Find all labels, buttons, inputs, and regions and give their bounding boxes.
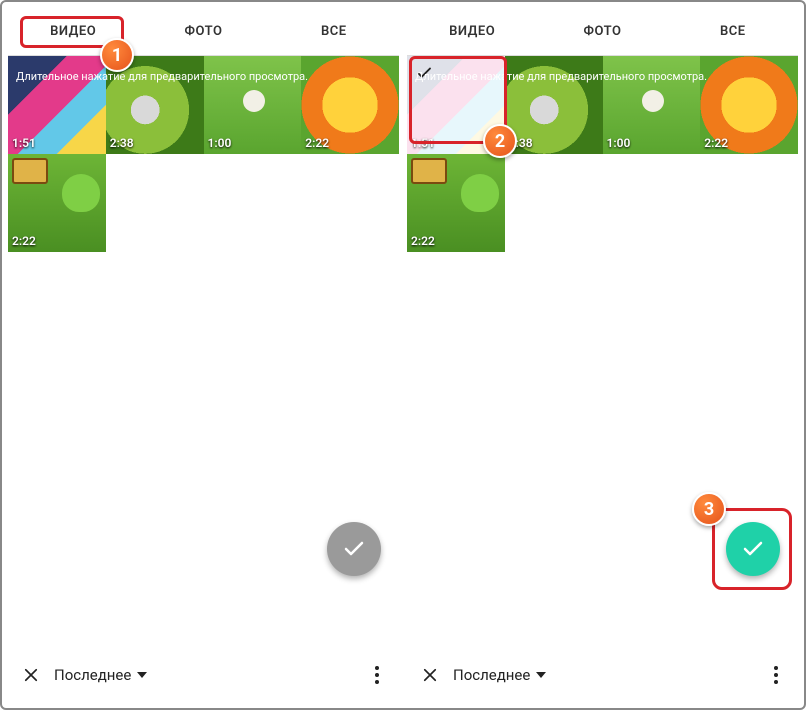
tab-video[interactable]: ВИДЕО [407, 8, 537, 55]
video-thumb[interactable]: 2:22 [301, 56, 399, 154]
bottom-bar: Последнее [407, 648, 798, 702]
thumb-duration: 1:51 [411, 136, 435, 150]
video-thumb[interactable]: 1:51 [8, 56, 106, 154]
confirm-fab[interactable] [726, 522, 780, 576]
confirm-fab-disabled[interactable] [327, 522, 381, 576]
album-label: Последнее [453, 666, 530, 684]
chevron-down-icon [137, 672, 147, 678]
tabs: ВИДЕО ФОТО ВСЕ [407, 8, 798, 56]
tabs: ВИДЕО ФОТО ВСЕ 1 [8, 8, 399, 56]
chevron-down-icon [536, 672, 546, 678]
tab-photo[interactable]: ФОТО [138, 8, 268, 55]
album-label: Последнее [54, 666, 131, 684]
callout-3: 3 [692, 492, 726, 526]
more-button[interactable] [369, 660, 385, 690]
close-button[interactable] [421, 666, 439, 684]
thumb-duration: 1:51 [12, 136, 36, 150]
check-icon [415, 64, 433, 82]
media-grid-area: Длительное нажатие для предварительного … [407, 56, 798, 648]
media-grid-area: Длительное нажатие для предварительного … [8, 56, 399, 648]
video-thumb[interactable]: 1:00 [603, 56, 701, 154]
tab-photo[interactable]: ФОТО [537, 8, 667, 55]
check-icon [342, 537, 366, 561]
check-icon [741, 537, 765, 561]
video-thumb[interactable]: 2:22 [407, 154, 505, 252]
thumb-duration: 2:22 [305, 136, 329, 150]
album-dropdown[interactable]: Последнее [54, 666, 147, 684]
video-thumb[interactable]: 1:00 [204, 56, 302, 154]
thumb-duration: 2:22 [704, 136, 728, 150]
close-icon [22, 666, 40, 684]
thumb-duration: 2:22 [12, 234, 36, 248]
tab-all[interactable]: ВСЕ [269, 8, 399, 55]
video-thumb[interactable]: 2:22 [700, 56, 798, 154]
video-thumb[interactable]: 2:38 [505, 56, 603, 154]
video-thumb-selected[interactable]: 1:51 [407, 56, 505, 154]
thumb-duration: 1:00 [208, 136, 232, 150]
thumb-duration: 1:00 [607, 136, 631, 150]
thumb-duration: 2:22 [411, 234, 435, 248]
thumb-duration: 2:38 [509, 136, 533, 150]
more-button[interactable] [768, 660, 784, 690]
media-grid: 1:51 2:38 1:00 2:22 2:22 [8, 56, 399, 252]
video-thumb[interactable]: 2:22 [8, 154, 106, 252]
tab-video[interactable]: ВИДЕО [8, 8, 138, 55]
thumb-duration: 2:38 [110, 136, 134, 150]
video-thumb[interactable]: 2:38 [106, 56, 204, 154]
tab-all[interactable]: ВСЕ [668, 8, 798, 55]
close-icon [421, 666, 439, 684]
media-grid: 1:51 2:38 1:00 2:22 2:22 [407, 56, 798, 252]
screen-right: ВИДЕО ФОТО ВСЕ Длительное нажатие для пр… [407, 8, 798, 702]
bottom-bar: Последнее [8, 648, 399, 702]
album-dropdown[interactable]: Последнее [453, 666, 546, 684]
screen-left: ВИДЕО ФОТО ВСЕ 1 Длительное нажатие для … [8, 8, 399, 702]
close-button[interactable] [22, 666, 40, 684]
